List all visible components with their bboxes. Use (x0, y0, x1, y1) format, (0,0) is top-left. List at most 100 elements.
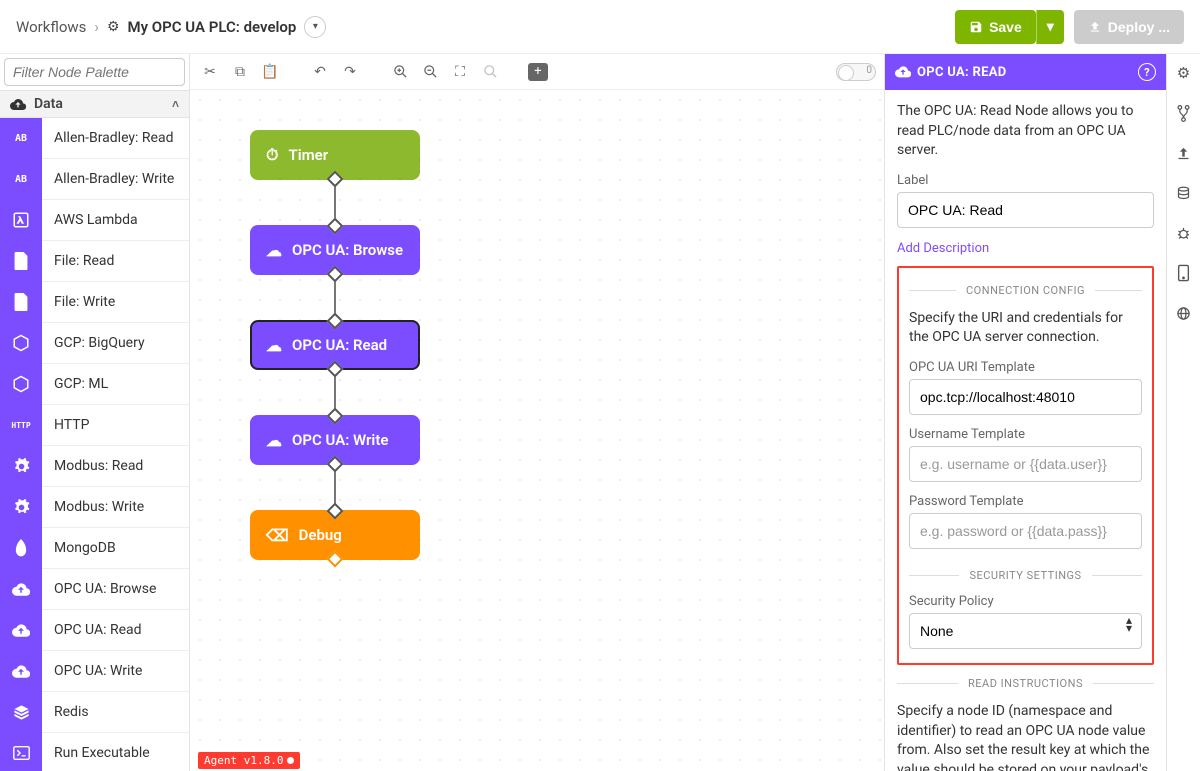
deploy-button[interactable]: Deploy ... (1074, 10, 1184, 44)
input-port[interactable] (327, 503, 344, 520)
undo-button[interactable]: ↶ (308, 60, 332, 84)
palette-item[interactable]: Modbus: Read (0, 446, 189, 487)
deploy-label: Deploy ... (1108, 19, 1170, 35)
cloud-icon (0, 651, 42, 692)
palette-item[interactable]: OPC UA: Read (0, 610, 189, 651)
settings-icon[interactable]: ⚙ (1175, 64, 1193, 82)
canvas-column: ✂ ⧉ 📋 ↶ ↷ ⛶ + Agent v1.8.0 (190, 54, 884, 771)
output-port[interactable] (327, 361, 344, 378)
zoom-in-button[interactable] (388, 60, 412, 84)
save-dropdown[interactable]: ▾ (1036, 10, 1064, 44)
copy-button[interactable]: ⧉ (228, 60, 252, 84)
palette-item[interactable]: HTTPHTTP (0, 405, 189, 446)
section-connection: CONNECTION CONFIG (956, 284, 1095, 297)
zoom-out-button[interactable] (418, 60, 442, 84)
palette-item[interactable]: GCP: ML (0, 364, 189, 405)
add-description-link[interactable]: Add Description (897, 241, 989, 256)
palette-item-label: Allen-Bradley: Read (42, 130, 173, 146)
palette-item[interactable]: AWS Lambda (0, 200, 189, 241)
add-node-button[interactable]: + (528, 63, 548, 81)
uri-input[interactable] (909, 379, 1142, 415)
output-port[interactable] (327, 456, 344, 473)
password-input[interactable] (909, 513, 1142, 549)
palette-item[interactable]: File: Write (0, 282, 189, 323)
connection-config-box: CONNECTION CONFIG Specify the URI and cr… (897, 266, 1154, 665)
terminal-icon (0, 733, 42, 771)
gear-icon: ⚙ (107, 19, 120, 35)
palette-item[interactable]: Run Executable (0, 733, 189, 771)
device-icon[interactable] (1175, 264, 1193, 282)
globe-icon[interactable] (1175, 304, 1193, 322)
security-policy-label: Security Policy (909, 594, 1142, 609)
workflow-dropdown[interactable]: ▾ (304, 16, 326, 38)
flow-node[interactable]: ☁OPC UA: Write (250, 415, 420, 465)
palette-group-data[interactable]: Data ˄ (0, 90, 189, 118)
node-icon: ⏱ (266, 145, 278, 165)
output-port[interactable] (327, 171, 344, 188)
palette-item[interactable]: GCP: BigQuery (0, 323, 189, 364)
agent-version-badge: Agent v1.8.0 (198, 752, 300, 769)
app-header: Workflows › ⚙ My OPC UA PLC: develop ▾ S… (0, 0, 1200, 54)
gear-icon (0, 487, 42, 528)
palette-item[interactable]: File: Read (0, 241, 189, 282)
output-port[interactable] (327, 266, 344, 283)
node-palette: Data ˄ ABAllen-Bradley: ReadABAllen-Brad… (0, 54, 190, 771)
header-actions: Save ▾ Deploy ... (955, 10, 1184, 44)
node-label: OPC UA: Write (292, 431, 388, 449)
cloud-up-icon (895, 65, 911, 79)
output-port[interactable] (327, 551, 344, 568)
palette-item[interactable]: ABAllen-Bradley: Write (0, 159, 189, 200)
node-icon: ☁ (266, 336, 282, 355)
palette-item-label: Modbus: Write (42, 499, 144, 515)
help-icon[interactable]: ? (1138, 63, 1156, 81)
node-icon: ☁ (266, 241, 282, 260)
fit-button[interactable]: ⛶ (448, 60, 472, 84)
palette-item-label: OPC UA: Write (42, 663, 142, 679)
flow-node[interactable]: ⌫Debug (250, 510, 420, 560)
flow-canvas[interactable]: Agent v1.8.0 ⏱Timer☁OPC UA: Browse☁OPC U… (190, 90, 884, 771)
redo-button[interactable]: ↷ (338, 60, 362, 84)
agent-version-text: Agent v1.8.0 (204, 754, 283, 767)
palette-item[interactable]: Redis (0, 692, 189, 733)
hex-icon (0, 323, 42, 364)
upload-icon[interactable] (1175, 144, 1193, 162)
conn-desc: Specify the URI and credentials for the … (909, 309, 1142, 348)
debug-toggle[interactable] (836, 63, 876, 81)
bug-icon[interactable] (1175, 224, 1193, 242)
palette-item[interactable]: MongoDB (0, 528, 189, 569)
file-icon (0, 241, 42, 282)
security-policy-select[interactable]: None (909, 613, 1142, 649)
props-header: OPC UA: READ ? (885, 54, 1166, 90)
cut-button[interactable]: ✂ (198, 60, 222, 84)
breadcrumb: Workflows › ⚙ My OPC UA PLC: develop ▾ (16, 16, 326, 38)
palette-item-label: Redis (42, 704, 89, 720)
palette-item[interactable]: Modbus: Write (0, 487, 189, 528)
branch-icon[interactable] (1175, 104, 1193, 122)
search-canvas-button[interactable] (478, 60, 502, 84)
flow-node[interactable]: ☁OPC UA: Browse (250, 225, 420, 275)
flow-node[interactable]: ⏱Timer (250, 130, 420, 180)
breadcrumb-root[interactable]: Workflows (16, 18, 86, 36)
save-button[interactable]: Save (955, 10, 1036, 44)
workflow-name[interactable]: My OPC UA PLC: develop (128, 18, 297, 36)
storage-icon[interactable] (1175, 184, 1193, 202)
save-icon (969, 20, 983, 34)
palette-item[interactable]: OPC UA: Browse (0, 569, 189, 610)
palette-filter-input[interactable] (4, 58, 185, 86)
input-port[interactable] (327, 408, 344, 425)
flow-node[interactable]: ☁OPC UA: Read (250, 320, 420, 370)
palette-item-label: Run Executable (42, 745, 150, 761)
username-label: Username Template (909, 427, 1142, 442)
palette-item-label: OPC UA: Read (42, 622, 142, 638)
paste-button[interactable]: 📋 (258, 60, 282, 84)
label-input[interactable] (897, 192, 1154, 228)
props-title: OPC UA: READ (917, 65, 1007, 80)
input-port[interactable] (327, 313, 344, 330)
palette-item-label: OPC UA: Browse (42, 581, 156, 597)
username-input[interactable] (909, 446, 1142, 482)
palette-item[interactable]: OPC UA: Write (0, 651, 189, 692)
upload-icon (1088, 20, 1102, 34)
node-icon: ⌫ (266, 526, 289, 545)
palette-item[interactable]: ABAllen-Bradley: Read (0, 118, 189, 159)
input-port[interactable] (327, 218, 344, 235)
